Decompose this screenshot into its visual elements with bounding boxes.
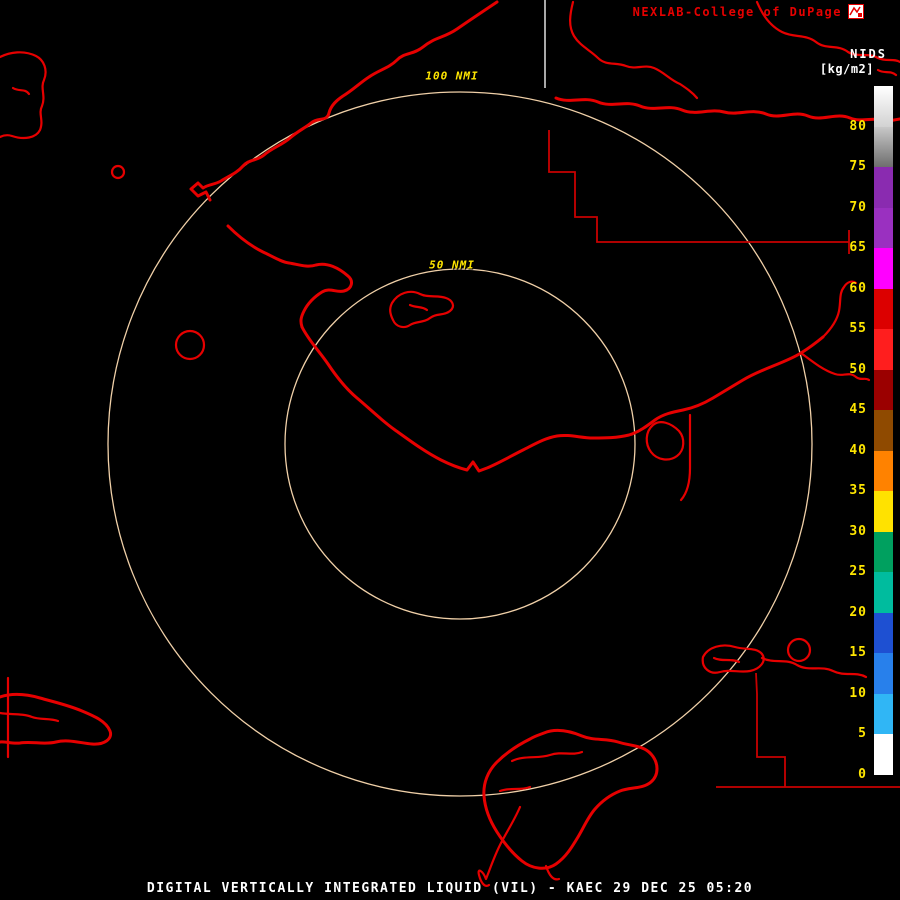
range-ring-100nmi [107, 91, 813, 797]
state-boundary-topright [548, 130, 850, 254]
colorbar-segment-65-70 [874, 207, 893, 248]
colorbar-units: [kg/m2] [819, 62, 874, 76]
colorbar [874, 86, 893, 775]
coastline-bottomright [760, 656, 868, 679]
brand-text: NEXLAB-College of DuPage [632, 4, 842, 19]
coastline-east-branch [799, 351, 871, 382]
colorbar-segment-25-30 [874, 531, 893, 572]
colorbar-segment-60-65 [874, 248, 893, 289]
lake-outline-bottomright [701, 644, 765, 674]
colorbar-segment-45-50 [874, 369, 893, 410]
peninsula-boundary [679, 413, 692, 502]
colorbar-segment-50-55 [874, 329, 893, 370]
coastline-topright-main [554, 96, 900, 123]
island-inner-mark [408, 303, 429, 312]
colorbar-heading: NIDS [kg/m2] [820, 47, 887, 76]
range-ring-label-100nmi: 100 NMI [425, 69, 479, 83]
coastline-northwest [189, 0, 499, 202]
coastline-south [300, 325, 825, 473]
lake-inner-mark [712, 656, 741, 664]
range-ring-50nmi [284, 268, 636, 620]
coastline-east-north [821, 280, 858, 339]
colorbar-segment-40-45 [874, 410, 893, 451]
colorbar-segment-30-35 [874, 491, 893, 532]
island-topleft [0, 51, 47, 140]
range-ring-label-50nmi: 50 NMI [429, 258, 475, 272]
colorbar-segment-15-20 [874, 612, 893, 653]
colorbar-segment-20-25 [874, 572, 893, 613]
colorbar-segment-70-75 [874, 167, 893, 208]
colorbar-segment-75-80 [874, 126, 893, 167]
peninsula-loop [645, 421, 685, 461]
coastline-inlet [226, 224, 353, 329]
product-title: DIGITAL VERTICALLY INTEGRATED LIQUID (VI… [146, 881, 754, 896]
colorbar-segment-35-40 [874, 450, 893, 491]
island-topleft-inner [11, 86, 31, 96]
county-boundary-bottomright [716, 672, 900, 788]
colorbar-segment-55-60 [874, 288, 893, 329]
colorbar-segment-0-5 [874, 734, 893, 775]
colorbar-segment-10-15 [874, 653, 893, 694]
island-outline [389, 290, 455, 329]
colorbar-title: NIDS [850, 47, 887, 61]
cod-logo-icon [848, 4, 864, 19]
small-lake-ring [786, 637, 812, 663]
colorbar-segment-5-10 [874, 693, 893, 734]
small-island-ring [110, 164, 126, 180]
island-inner-channel-1 [510, 750, 584, 763]
island-tail [477, 805, 522, 887]
colorbar-segment-80+ [874, 86, 893, 127]
header: NEXLAB-College of DuPage [633, 4, 864, 19]
radar-map-canvas [0, 0, 900, 887]
small-island-circle [174, 329, 206, 361]
radar-viewer: NEXLAB-College of DuPage NIDS [kg/m2] 80… [0, 0, 900, 900]
